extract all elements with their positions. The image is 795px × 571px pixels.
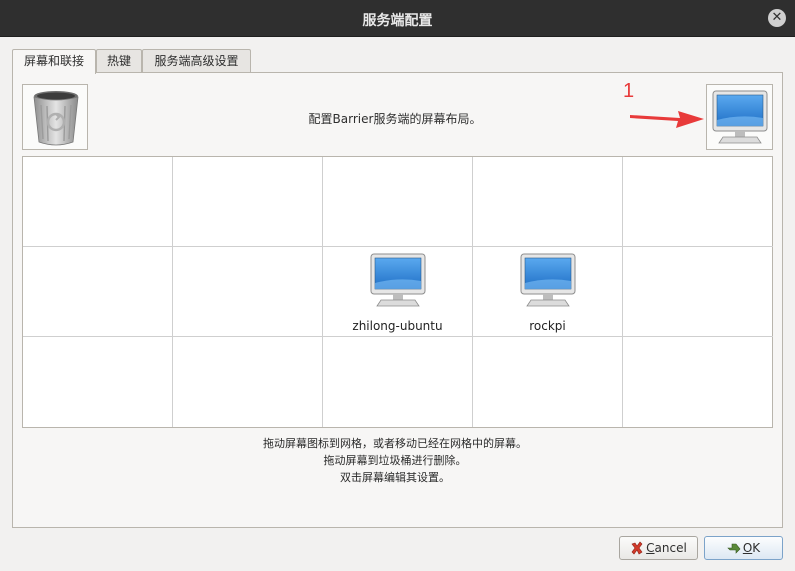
tab-advanced-server-settings[interactable]: 服务端高级设置 bbox=[142, 49, 251, 73]
monitor-icon bbox=[370, 253, 426, 307]
grid-cell[interactable] bbox=[173, 247, 323, 337]
grid-cell[interactable] bbox=[173, 337, 323, 427]
help-line-delete: 拖动屏幕到垃圾桶进行删除。 bbox=[323, 454, 467, 467]
cancel-mnemonic: C bbox=[646, 541, 655, 555]
annotation-arrow-icon bbox=[630, 111, 704, 128]
screen-name-label: rockpi bbox=[529, 319, 566, 333]
red-x-icon bbox=[631, 541, 643, 555]
grid-cell[interactable] bbox=[473, 337, 623, 427]
grid-cell[interactable] bbox=[623, 157, 773, 247]
ok-label: K bbox=[752, 541, 761, 555]
annotation-number: 1 bbox=[623, 80, 635, 102]
close-button[interactable]: ✕ bbox=[768, 9, 786, 27]
screen-zhilong-ubuntu[interactable]: zhilong-ubuntu bbox=[323, 247, 473, 337]
grid-cell[interactable] bbox=[623, 247, 773, 337]
grid-cell[interactable] bbox=[23, 247, 173, 337]
grid-cell[interactable] bbox=[23, 157, 173, 247]
monitor-icon bbox=[712, 90, 768, 144]
title-bar: 服务端配置 ✕ bbox=[0, 0, 795, 37]
grid-cell[interactable] bbox=[173, 157, 323, 247]
help-line-edit: 双击屏幕编辑其设置。 bbox=[340, 471, 450, 484]
screen-name-label: zhilong-ubuntu bbox=[352, 319, 443, 333]
grid-cell[interactable] bbox=[23, 337, 173, 427]
grid-cell[interactable] bbox=[323, 337, 473, 427]
ok-button[interactable]: OK bbox=[704, 536, 783, 560]
trash-drop-target[interactable] bbox=[22, 84, 88, 150]
intro-text: 配置Barrier服务端的屏幕布局。 bbox=[308, 112, 482, 126]
ok-mnemonic: O bbox=[742, 541, 753, 555]
green-check-icon bbox=[727, 543, 741, 554]
screen-rockpi[interactable]: rockpi bbox=[473, 247, 623, 337]
trash-can-icon bbox=[33, 91, 79, 146]
window-title: 服务端配置 bbox=[362, 13, 433, 29]
new-screen-button[interactable] bbox=[706, 84, 773, 150]
tab-hotkeys[interactable]: 热键 bbox=[96, 49, 142, 73]
close-icon: ✕ bbox=[771, 10, 783, 25]
grid-cell[interactable] bbox=[473, 157, 623, 247]
monitor-icon bbox=[520, 253, 576, 307]
grid-cell[interactable] bbox=[623, 337, 773, 427]
grid-cell[interactable] bbox=[323, 157, 473, 247]
tab-screens-and-links[interactable]: 屏幕和联接 bbox=[12, 49, 96, 74]
help-line-drag: 拖动屏幕图标到网格，或者移动已经在网格中的屏幕。 bbox=[263, 437, 527, 450]
help-text: 拖动屏幕图标到网格，或者移动已经在网格中的屏幕。 拖动屏幕到垃圾桶进行删除。 双… bbox=[100, 435, 690, 486]
cancel-label: ancel bbox=[654, 541, 687, 555]
screen-layout-grid[interactable]: zhilong-ubuntu rockpi bbox=[22, 156, 773, 428]
cancel-button[interactable]: Cancel bbox=[619, 536, 698, 560]
